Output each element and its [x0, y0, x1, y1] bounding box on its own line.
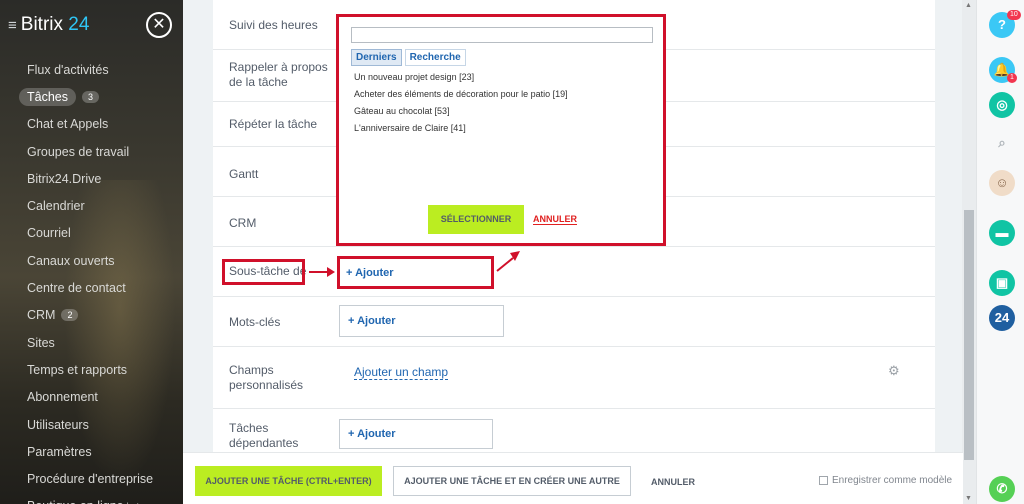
- add-and-create-button[interactable]: AJOUTER UNE TÂCHE ET EN CRÉER UNE AUTRE: [393, 466, 631, 496]
- select-button[interactable]: SÉLECTIONNER: [428, 205, 524, 234]
- sidebar-item[interactable]: Utilisateurs: [27, 411, 153, 438]
- sidebar-item-label: Tâches: [19, 87, 76, 106]
- scrollbar[interactable]: ▲ ▼: [962, 0, 976, 504]
- sidebar-item-label: Groupes de travail: [27, 144, 130, 159]
- sidebar-item[interactable]: Centre de contact: [27, 274, 153, 301]
- notification-badge: 1: [1007, 73, 1017, 83]
- scrollbar-thumb[interactable]: [964, 210, 974, 460]
- row-tags: Mots-clés + Ajouter: [213, 297, 935, 347]
- label-gantt: Gantt: [229, 167, 259, 181]
- sidebar-item-label: Sites: [27, 335, 55, 350]
- screen-search-icon[interactable]: ▣: [989, 270, 1015, 296]
- phone-icon[interactable]: ✆: [989, 476, 1015, 502]
- popup-tabs: Derniers Recherche: [351, 49, 466, 66]
- right-rail: ? 10 🔔 1 ◎ ⌕ ☺ ▬ ▣ 24 ✆: [976, 0, 1024, 504]
- search-icon[interactable]: ⌕: [989, 130, 1015, 156]
- label-time-tracking: Suivi des heures: [229, 18, 318, 32]
- sidebar-item-label: Paramètres: [27, 444, 92, 459]
- sidebar-item-label: Centre de contact: [27, 281, 126, 296]
- sidebar-item[interactable]: Bitrix24.Drive: [27, 165, 153, 192]
- sidebar-item[interactable]: Sites: [27, 329, 153, 356]
- sidebar-item-label: Procédure d'entreprise: [27, 472, 154, 487]
- left-sidebar: ≡ Bitrix 24 ✕ Flux d'activités Tâches 3 Chat…: [0, 0, 183, 504]
- add-task-button[interactable]: AJOUTER UNE TÂCHE (CTRL+ENTER): [195, 466, 382, 496]
- app-logo[interactable]: ≡ Bitrix 24: [8, 14, 89, 36]
- menu-icon[interactable]: ≡: [8, 17, 17, 34]
- sidebar-item-label: Boutique en ligne: [27, 499, 124, 504]
- list-item[interactable]: Un nouveau projet design [23]: [354, 72, 568, 89]
- popup-cancel-button[interactable]: ANNULER: [533, 214, 577, 225]
- count-badge: 2: [61, 309, 79, 322]
- add-dependent-task-button[interactable]: + Ajouter: [339, 419, 493, 449]
- popup-task-list: Un nouveau projet design [23] Acheter de…: [354, 72, 568, 140]
- scroll-down-icon[interactable]: ▼: [965, 495, 972, 502]
- sidebar-item-label: Bitrix24.Drive: [27, 171, 102, 186]
- label-custom-fields: Champs personnalisés: [229, 363, 304, 392]
- row-custom-fields: Champs personnalisés Ajouter un champ ⚙: [213, 347, 935, 409]
- add-subtask-button[interactable]: + Ajouter: [340, 259, 491, 286]
- sidebar-item[interactable]: Calendrier: [27, 192, 153, 219]
- bitrix24-icon[interactable]: 24: [989, 305, 1015, 331]
- list-item[interactable]: L'anniversaire de Claire [41]: [354, 123, 568, 140]
- tab-search[interactable]: Recherche: [404, 49, 466, 66]
- add-tag-button[interactable]: + Ajouter: [339, 305, 504, 337]
- sidebar-item[interactable]: Tâches 3: [19, 83, 153, 110]
- gear-icon[interactable]: ⚙: [888, 363, 900, 379]
- avatar[interactable]: ☺: [989, 170, 1015, 196]
- add-field-link[interactable]: Ajouter un champ: [354, 365, 449, 380]
- sidebar-item[interactable]: Temps et rapports: [27, 356, 153, 383]
- sidebar-item[interactable]: Flux d'activités: [27, 56, 153, 83]
- scroll-up-icon[interactable]: ▲: [965, 2, 972, 9]
- chat-icon[interactable]: ◎: [989, 92, 1015, 118]
- sidebar-item[interactable]: Canaux ouverts: [27, 247, 153, 274]
- save-template-checkbox[interactable]: [819, 476, 828, 485]
- list-item[interactable]: Acheter des éléments de décoration pour …: [354, 89, 568, 106]
- sidebar-item[interactable]: Courriel: [27, 220, 153, 247]
- popup-search-input[interactable]: [351, 27, 653, 43]
- save-template-option[interactable]: Enregistrer comme modèle: [819, 475, 952, 486]
- sidebar-item-label: Chat et Appels: [27, 117, 109, 132]
- sidebar-item[interactable]: Abonnement: [27, 384, 153, 411]
- cancel-button[interactable]: ANNULER: [651, 477, 695, 487]
- highlight-subtask-label: [222, 259, 305, 285]
- close-icon[interactable]: ✕: [146, 12, 172, 38]
- sidebar-item-label: Courriel: [27, 226, 71, 241]
- sidebar-item[interactable]: Procédure d'entreprise: [27, 465, 153, 492]
- sidebar-item-label: Calendrier: [27, 199, 85, 214]
- sidebar-item-label: Canaux ouverts: [27, 253, 115, 268]
- row-subtask: Sous-tâche de: [213, 247, 935, 297]
- sidebar-item[interactable]: Groupes de travail: [27, 138, 153, 165]
- tab-recent[interactable]: Derniers: [351, 49, 402, 66]
- logo-number: 24: [68, 14, 90, 35]
- sidebar-item[interactable]: Boutique en lignebeta: [27, 493, 153, 504]
- sidebar-item-label: Temps et rapports: [27, 362, 128, 377]
- sidebar-item[interactable]: CRM 2: [27, 302, 153, 329]
- row-dependent-tasks: Tâches dépendantes + Ajouter: [213, 409, 935, 452]
- sidebar-menu: Flux d'activités Tâches 3 Chat et Appels Gro…: [19, 56, 153, 504]
- task-select-popup: Derniers Recherche Un nouveau projet des…: [336, 14, 666, 246]
- sidebar-item[interactable]: Paramètres: [27, 438, 153, 465]
- sidebar-item-label: Utilisateurs: [27, 417, 89, 432]
- save-template-label: Enregistrer comme modèle: [832, 475, 953, 486]
- sidebar-item-label: Flux d'activités: [27, 62, 109, 77]
- label-reminder: Rappeler à propos de la tâche: [229, 60, 328, 89]
- megaphone-icon[interactable]: ▬: [989, 220, 1015, 246]
- label-crm: CRM: [229, 216, 257, 230]
- label-tags: Mots-clés: [229, 315, 281, 329]
- form-footer: AJOUTER UNE TÂCHE (CTRL+ENTER) AJOUTER U…: [183, 452, 963, 504]
- label-repeat: Répéter la tâche: [229, 117, 318, 131]
- label-dependent-tasks: Tâches dépendantes: [229, 421, 299, 450]
- logo-text: Bitrix: [20, 14, 63, 35]
- sidebar-item-label: CRM: [27, 308, 56, 323]
- help-badge: 10: [1007, 10, 1021, 20]
- list-item[interactable]: Gâteau au chocolat [53]: [354, 106, 568, 123]
- count-badge: 3: [82, 90, 100, 103]
- sidebar-item[interactable]: Chat et Appels: [27, 111, 153, 138]
- sidebar-item-label: Abonnement: [27, 390, 98, 405]
